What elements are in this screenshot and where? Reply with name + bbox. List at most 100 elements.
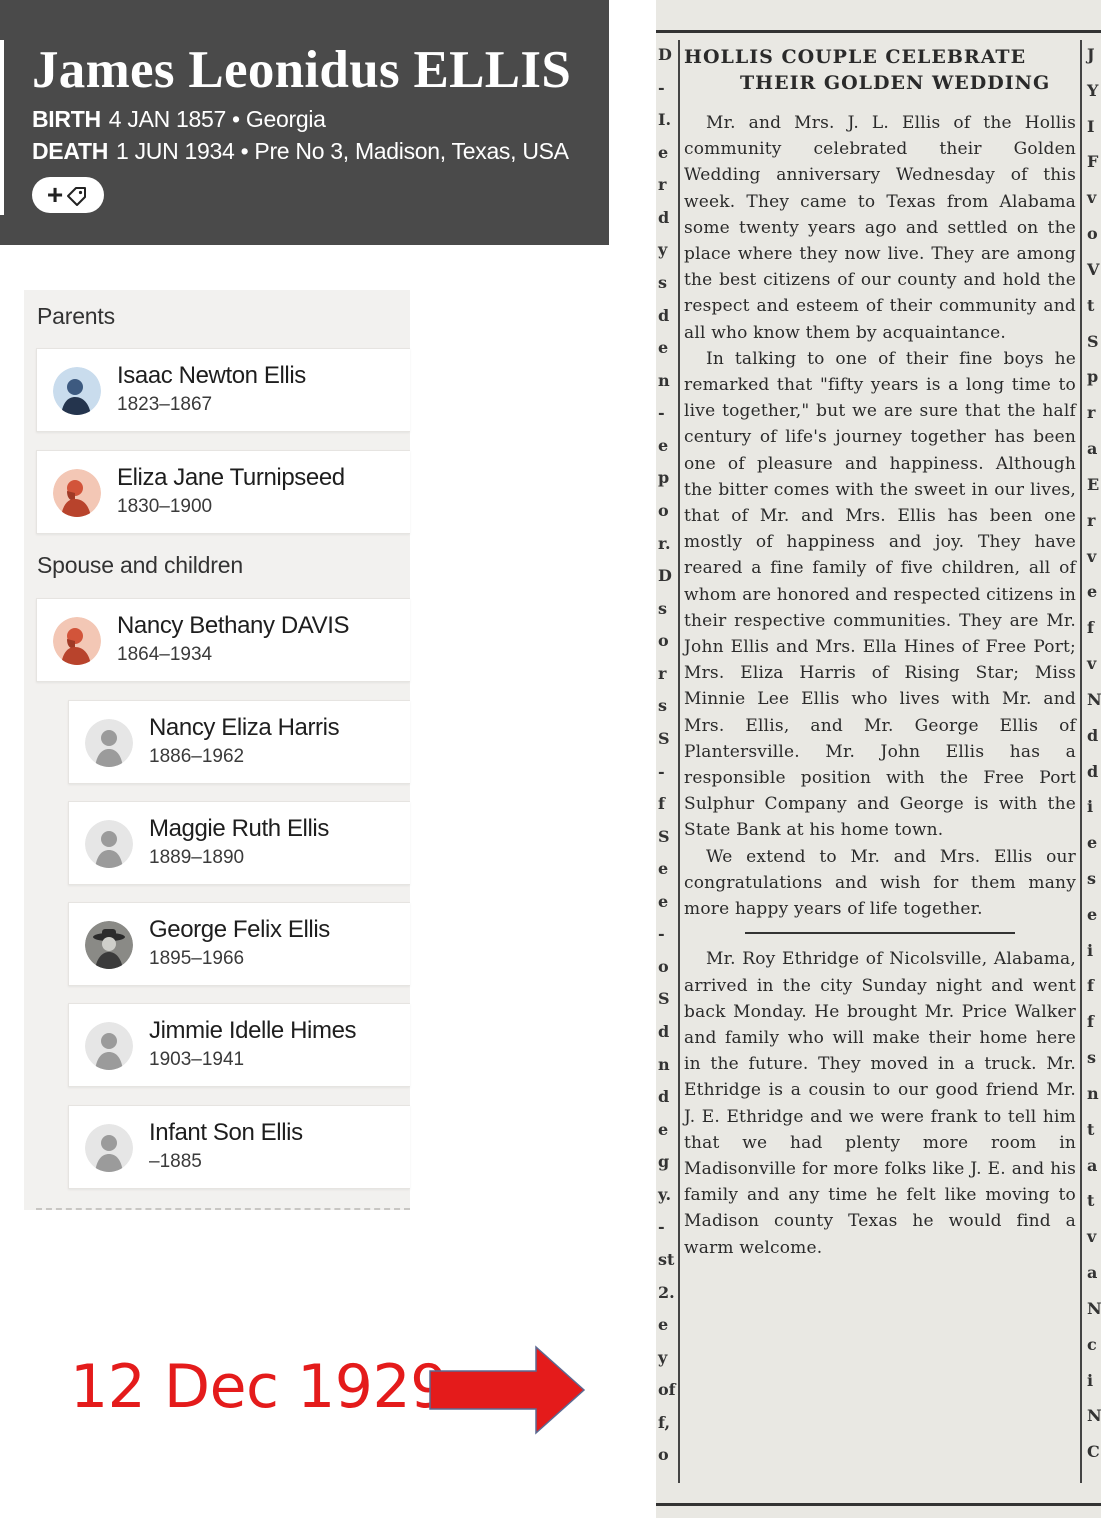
cropped-column-letter: e — [1087, 833, 1098, 853]
article-headline-line1: HOLLIS COUPLE CELEBRATE — [684, 46, 1027, 68]
cropped-column-letter: o — [658, 1445, 669, 1465]
cropped-column-letter: V — [1087, 259, 1100, 279]
cropped-column-letter: e — [658, 1315, 669, 1335]
cropped-column-letter: s — [658, 696, 668, 716]
cropped-column-letter: v — [1087, 546, 1097, 566]
cropped-column-letter: v — [1087, 188, 1097, 208]
parent-card[interactable]: Eliza Jane Turnipseed 1830–1900 — [36, 450, 410, 534]
cropped-column-letter: I. — [658, 110, 672, 130]
cropped-column-letter: e — [658, 142, 669, 162]
cropped-column-letter: a — [1087, 1263, 1098, 1283]
cropped-column-letter: N — [1087, 1298, 1101, 1318]
cropped-column-letter: c — [1087, 1334, 1097, 1354]
parents-label: Parents — [37, 303, 115, 329]
spouse-children-label: Spouse and children — [37, 552, 243, 578]
spouse-card[interactable]: Nancy Bethany DAVIS 1864–1934 — [36, 598, 410, 682]
panel-divider — [36, 1208, 410, 1210]
article-divider — [745, 932, 1015, 935]
cropped-column-letter: d — [658, 305, 670, 325]
cropped-column-letter: t — [1087, 295, 1095, 315]
cropped-column-letter: t — [1087, 1191, 1095, 1211]
news-article: HOLLIS COUPLE CELEBRATE THEIR GOLDEN WED… — [684, 44, 1076, 1261]
cropped-column-letter: s — [658, 598, 668, 618]
birth-value: 4 JAN 1857 • Georgia — [108, 106, 326, 132]
newspaper-clipping: D - I. e r d y s d e n - e p o r. Ds o r s S - f Se e - o Sd n d e g y. -… — [656, 0, 1101, 1518]
child-card[interactable]: Jimmie Idelle Himes 1903–1941 — [68, 1003, 410, 1087]
tag-icon — [67, 187, 87, 206]
cropped-column-letter: d — [658, 1022, 670, 1042]
cropped-column-letter: n — [658, 1054, 670, 1074]
cropped-column-letter: - — [658, 403, 665, 423]
cropped-column-letter: o — [658, 500, 669, 520]
cropped-column-letter: o — [658, 631, 669, 651]
cropped-column-letter: s — [1087, 1048, 1097, 1068]
child-card[interactable]: Maggie Ruth Ellis 1889–1890 — [68, 801, 410, 885]
cropped-column-letter: - — [658, 1217, 665, 1237]
cropped-column-letter: y. — [658, 1184, 672, 1204]
cropped-column-letter: i — [1087, 797, 1094, 817]
clipping-bottom-border — [656, 1503, 1101, 1506]
person-header: James Leonidus ELLIS BIRTH 4 JAN 1857 • G… — [0, 0, 609, 245]
cropped-column-letter: D — [658, 45, 672, 64]
cropped-column-letter: g — [658, 1152, 670, 1172]
cropped-column-letter: N — [1087, 689, 1101, 709]
person-avatar-icon — [85, 820, 133, 868]
child-card[interactable]: George Felix Ellis 1895–1966 — [68, 902, 410, 986]
person-avatar-icon — [85, 1022, 133, 1070]
cropped-column-letter: r. — [658, 533, 671, 553]
parent-card[interactable]: Isaac Newton Ellis 1823–1867 — [36, 348, 410, 432]
child-dates: –1885 — [149, 1151, 202, 1172]
annotation-date: 12 Dec 1929 — [70, 1352, 448, 1422]
cropped-column-letter: t — [1087, 1119, 1095, 1139]
article-paragraph: Mr. Roy Ethridge of Nicolsville, Alabama… — [684, 949, 1076, 1258]
child-name: Maggie Ruth Ellis — [149, 815, 329, 842]
column-rule-left — [678, 40, 680, 1483]
column-rule-right — [1080, 40, 1082, 1483]
cropped-column-letter: S — [658, 826, 670, 846]
cropped-column-letter: d — [1087, 761, 1099, 781]
cropped-column-letter: S — [1087, 331, 1099, 351]
article-paragraph: In talking to one of their fine boys he … — [684, 348, 1076, 841]
cropped-column-letter: o — [1087, 224, 1098, 244]
male-avatar-icon — [53, 367, 101, 415]
family-panel: Parents Isaac Newton Ellis 1823–1867 Eli… — [24, 290, 410, 1210]
spouse-name: Nancy Bethany DAVIS — [117, 612, 350, 639]
cropped-column-letter: y — [658, 240, 668, 260]
cropped-column-letter: v — [1087, 654, 1097, 674]
article-paragraph: We extend to Mr. and Mrs. Ellis our cong… — [684, 846, 1076, 920]
cropped-column-letter: st — [658, 1250, 675, 1270]
cropped-column-letter: d — [658, 207, 670, 227]
cropped-column-letter: a — [1087, 439, 1098, 459]
cropped-column-letter: e — [1087, 904, 1098, 924]
child-dates: 1903–1941 — [149, 1049, 245, 1070]
cropped-column-letter: F — [1087, 152, 1099, 172]
add-tag-button[interactable]: + — [32, 177, 104, 213]
cropped-column-letter: d — [1087, 725, 1099, 745]
cropped-column-letter: e — [658, 1119, 669, 1139]
child-dates: 1889–1890 — [149, 847, 245, 868]
cropped-column-letter: n — [658, 370, 670, 390]
cropped-column-letter: I — [1087, 116, 1095, 136]
cropped-column-letter: r — [1087, 403, 1096, 423]
cropped-column-letter: n — [1087, 1083, 1099, 1103]
spouse-dates: 1864–1934 — [117, 644, 213, 665]
cropped-column-letter: D — [658, 566, 672, 586]
cropped-column-letter: f — [1087, 976, 1094, 996]
cropped-column-letter: e — [658, 338, 669, 358]
child-card[interactable]: Infant Son Ellis –1885 — [68, 1105, 410, 1189]
photo-avatar — [85, 921, 133, 969]
cropped-column-letter: f — [1087, 618, 1094, 638]
parent-name: Eliza Jane Turnipseed — [117, 464, 345, 491]
cropped-column-letter: e — [658, 891, 669, 911]
cropped-column-letter: S — [658, 728, 670, 748]
cropped-column-letter: e — [658, 435, 669, 455]
child-dates: 1886–1962 — [149, 746, 245, 767]
child-name: Nancy Eliza Harris — [149, 714, 340, 741]
cropped-column-letter: J — [1087, 45, 1095, 64]
birth-label: BIRTH — [32, 106, 101, 132]
adjacent-column-left: D - I. e r d y s d e n - e p o r. Ds o r s S - f Se e - o Sd n d e g y. -… — [656, 45, 676, 1478]
child-card[interactable]: Nancy Eliza Harris 1886–1962 — [68, 700, 410, 784]
cropped-column-letter: a — [1087, 1155, 1098, 1175]
cropped-column-letter: of — [658, 1380, 676, 1400]
cropped-column-letter: e — [1087, 582, 1098, 602]
